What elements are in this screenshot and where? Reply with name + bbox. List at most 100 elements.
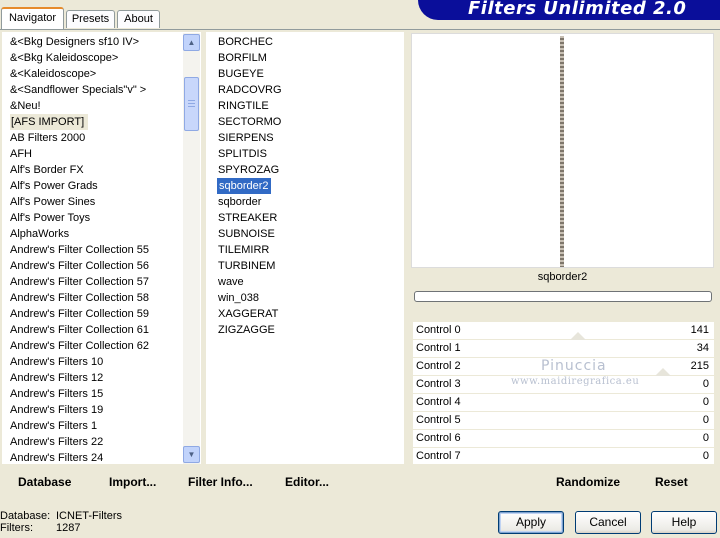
control-label: Control 0: [416, 324, 461, 336]
control-label: Control 5: [416, 414, 461, 426]
cancel-button[interactable]: Cancel: [575, 511, 641, 534]
control-slider-row[interactable]: Control 7 0: [413, 448, 714, 466]
import-button[interactable]: Import...: [109, 474, 156, 490]
slider-marker-icon: [655, 368, 671, 376]
category-scrollbar[interactable]: ▲ ▼: [183, 33, 200, 464]
preview-filter-name: sqborder2: [537, 271, 588, 283]
filter-list-item[interactable]: TURBINEM: [218, 258, 275, 274]
database-button[interactable]: Database: [18, 474, 71, 490]
category-list-item[interactable]: Andrew's Filters 12: [10, 370, 103, 386]
apply-button[interactable]: Apply: [498, 511, 564, 534]
watermark-name: Pinuccia: [541, 358, 607, 374]
filters-status-value: 1287: [56, 522, 81, 534]
control-value: 0: [702, 432, 709, 444]
control-label: Control 2: [416, 360, 461, 372]
category-list-item[interactable]: Alf's Power Toys: [10, 210, 90, 226]
control-value: 215: [690, 360, 709, 372]
category-list-item[interactable]: Andrew's Filters 1: [10, 418, 97, 434]
tab-about[interactable]: About: [117, 10, 160, 28]
app-title: Filters Unlimited 2.0: [468, 0, 687, 19]
progress-bar: [414, 291, 712, 302]
preview-area: [411, 33, 714, 268]
category-list-item[interactable]: &<Bkg Kaleidoscope>: [10, 50, 118, 66]
control-slider-row[interactable]: Control 0 141: [413, 322, 714, 340]
scroll-down-arrow-icon[interactable]: ▼: [183, 446, 200, 463]
filter-list-item[interactable]: ZIGZAGGE: [218, 322, 275, 338]
category-list-item[interactable]: Andrew's Filter Collection 62: [10, 338, 149, 354]
category-list-item[interactable]: Alf's Power Sines: [10, 194, 95, 210]
tab-navigator[interactable]: Navigator: [1, 7, 64, 29]
scroll-up-arrow-icon[interactable]: ▲: [183, 34, 200, 51]
category-list-item[interactable]: Alf's Power Grads: [10, 178, 98, 194]
control-slider-row[interactable]: Control 1 34: [413, 340, 714, 358]
controls-panel: Control 0 141 Control 1 34 Control 2 215 Contr…: [413, 322, 714, 466]
filter-list[interactable]: BORCHEC BORFILM BUGEYE RADCOVRG RINGTILE SECT…: [206, 32, 404, 464]
category-list-item[interactable]: Andrew's Filter Collection 59: [10, 306, 149, 322]
category-list-item[interactable]: Andrew's Filters 22: [10, 434, 103, 450]
category-list-item[interactable]: AlphaWorks: [10, 226, 69, 242]
filter-list-item[interactable]: BORFILM: [218, 50, 267, 66]
category-list-item[interactable]: Andrew's Filters 19: [10, 402, 103, 418]
filter-list-item[interactable]: sqborder: [218, 194, 261, 210]
control-slider-row[interactable]: Control 5 0: [413, 412, 714, 430]
filter-list-item[interactable]: win_038: [218, 290, 259, 306]
control-label: Control 3: [416, 378, 461, 390]
filter-list-item[interactable]: RADCOVRG: [218, 82, 282, 98]
filter-list-item[interactable]: sqborder2: [216, 177, 272, 195]
reset-button[interactable]: Reset: [655, 474, 688, 490]
filter-list-item[interactable]: BORCHEC: [218, 34, 273, 50]
filter-list-item[interactable]: SPYROZAG: [218, 162, 279, 178]
category-list-item[interactable]: [AFS IMPORT]: [10, 114, 89, 130]
filter-list-item[interactable]: XAGGERAT: [218, 306, 278, 322]
control-value: 0: [702, 450, 709, 462]
tab-presets[interactable]: Presets: [66, 10, 115, 28]
category-list-item[interactable]: AB Filters 2000: [10, 130, 85, 146]
category-list-item[interactable]: &<Kaleidoscope>: [10, 66, 96, 82]
control-value: 141: [690, 324, 709, 336]
control-label: Control 4: [416, 396, 461, 408]
control-label: Control 6: [416, 432, 461, 444]
slider-marker-icon: [570, 332, 586, 340]
category-list-item[interactable]: Andrew's Filters 10: [10, 354, 103, 370]
control-slider-row[interactable]: Control 4 0: [413, 394, 714, 412]
filter-list-item[interactable]: SPLITDIS: [218, 146, 267, 162]
category-list-item[interactable]: Alf's Border FX: [10, 162, 84, 178]
preview-image: [560, 36, 564, 267]
filter-list-item[interactable]: SECTORMO: [218, 114, 281, 130]
category-list-item[interactable]: Andrew's Filter Collection 55: [10, 242, 149, 258]
filter-list-item[interactable]: SIERPENS: [218, 130, 274, 146]
filter-list-item[interactable]: STREAKER: [218, 210, 277, 226]
control-label: Control 1: [416, 342, 461, 354]
filter-list-item[interactable]: SUBNOISE: [218, 226, 275, 242]
editor-button[interactable]: Editor...: [285, 474, 329, 490]
category-list-item[interactable]: Andrew's Filter Collection 56: [10, 258, 149, 274]
filter-list-item[interactable]: BUGEYE: [218, 66, 264, 82]
database-status-value: ICNET-Filters: [56, 510, 122, 522]
category-list-item[interactable]: &<Bkg Designers sf10 IV>: [10, 34, 139, 50]
filters-status-label: Filters:: [0, 522, 33, 534]
control-label: Control 7: [416, 450, 461, 462]
control-value: 0: [702, 378, 709, 390]
database-status-label: Database:: [0, 510, 51, 522]
filter-list-item[interactable]: TILEMIRR: [218, 242, 269, 258]
help-button[interactable]: Help: [651, 511, 717, 534]
category-list-item[interactable]: AFH: [10, 146, 32, 162]
category-list-item[interactable]: Andrew's Filter Collection 57: [10, 274, 149, 290]
filter-list-item[interactable]: RINGTILE: [218, 98, 269, 114]
category-list-item[interactable]: &<Sandflower Specials"v" >: [10, 82, 146, 98]
control-value: 0: [702, 396, 709, 408]
category-list-item[interactable]: Andrew's Filter Collection 61: [10, 322, 149, 338]
watermark-site: www.maidiregrafica.eu: [511, 376, 640, 387]
control-value: 0: [702, 414, 709, 426]
scroll-thumb[interactable]: [184, 77, 199, 131]
randomize-button[interactable]: Randomize: [556, 474, 620, 490]
category-list-item[interactable]: Andrew's Filters 15: [10, 386, 103, 402]
control-value: 34: [696, 342, 709, 354]
category-list[interactable]: &<Bkg Designers sf10 IV> &<Bkg Kaleidosco…: [2, 32, 201, 464]
filter-info-button[interactable]: Filter Info...: [188, 474, 253, 490]
category-list-item[interactable]: &Neu!: [10, 98, 41, 114]
category-list-item[interactable]: Andrew's Filters 24: [10, 450, 103, 464]
filter-list-item[interactable]: wave: [218, 274, 244, 290]
control-slider-row[interactable]: Control 6 0: [413, 430, 714, 448]
category-list-item[interactable]: Andrew's Filter Collection 58: [10, 290, 149, 306]
